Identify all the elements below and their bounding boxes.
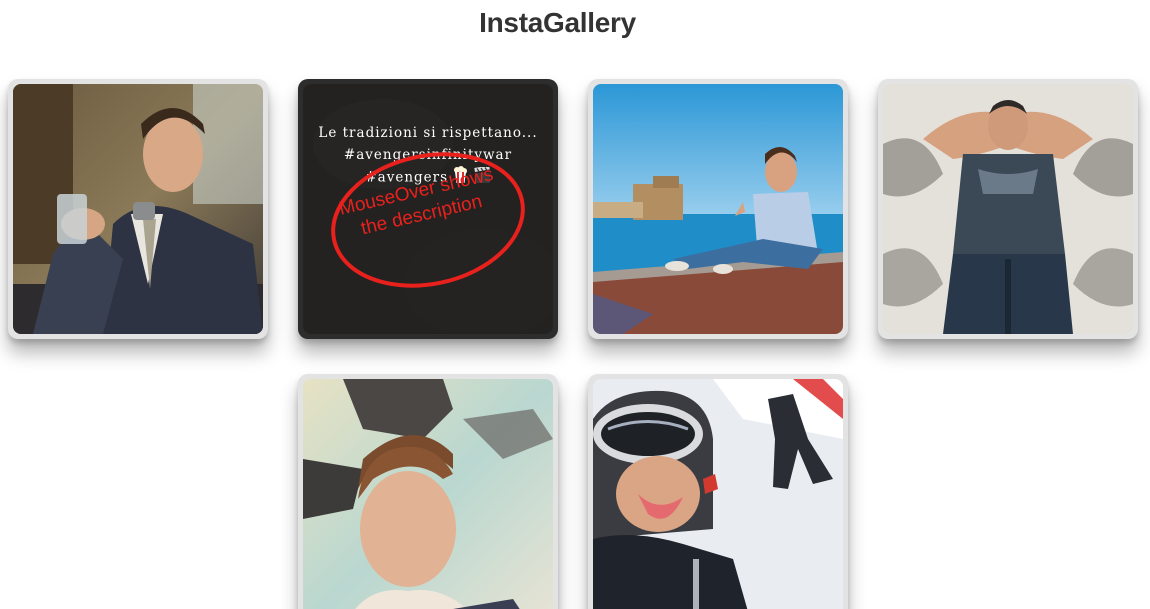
gallery-photo-seaside [593,84,843,334]
description-overlay: Le tradizioni si rispettano... #avengers… [303,84,553,334]
gallery-card-6[interactable] [588,374,848,609]
gallery-photo-ski [593,379,843,609]
gallery-photo-rocks [303,379,553,609]
description-line-2: #avengersinfinitywar [343,147,513,163]
gallery-card-1[interactable] [8,79,268,339]
gallery-photo-restaurant [13,84,263,334]
gallery-card-2[interactable]: Le tradizioni si rispettano... #avengers… [298,79,558,339]
insta-gallery-page: InstaGallery Le tradizioni si rispettano… [0,0,1150,609]
gallery-photo-lying [883,84,1133,334]
gallery-card-5[interactable] [298,374,558,609]
gallery-card-4[interactable] [878,79,1138,339]
page-title: InstaGallery [479,7,636,38]
description-line-1: Le tradizioni si rispettano... [318,125,538,141]
gallery-card-3[interactable] [588,79,848,339]
